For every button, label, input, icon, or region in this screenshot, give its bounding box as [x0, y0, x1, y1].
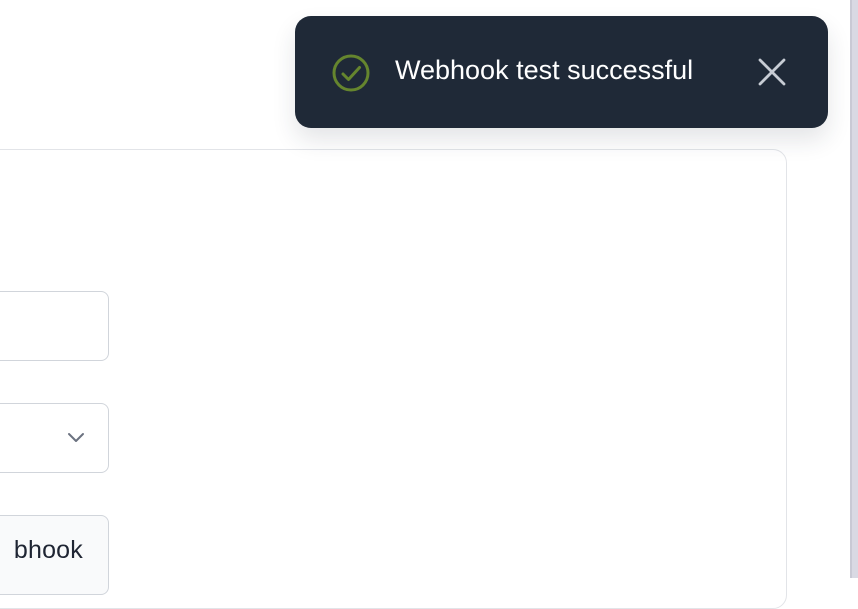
close-icon[interactable] — [755, 55, 789, 89]
success-toast: Webhook test successful — [295, 16, 828, 128]
webhook-select[interactable] — [0, 403, 109, 473]
webhook-action-button[interactable]: bhook — [0, 515, 109, 595]
scrollbar-edge — [850, 0, 852, 578]
webhook-action-label: bhook — [13, 536, 83, 564]
chevron-down-icon — [68, 433, 84, 442]
webhook-text-input[interactable] — [0, 291, 109, 361]
check-circle-icon — [332, 54, 370, 92]
webhook-settings-card — [0, 149, 787, 609]
toast-message: Webhook test successful — [395, 55, 694, 85]
